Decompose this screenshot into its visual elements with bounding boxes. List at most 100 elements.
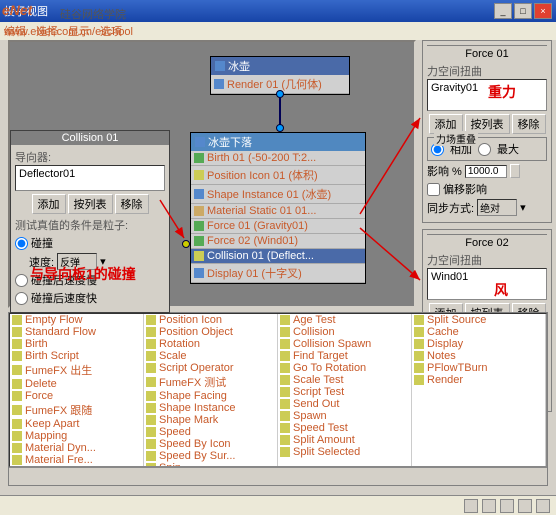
depot-item[interactable]: Scale <box>144 350 277 362</box>
depot-item[interactable]: FumeFX 测试 <box>144 374 277 390</box>
event-row[interactable]: Birth 01 (-50-200 T:2... <box>191 151 365 166</box>
depot-item[interactable]: Birth Script <box>10 350 143 362</box>
add-button[interactable]: 添加 <box>32 194 66 214</box>
depot-item[interactable]: PFlowTBurn <box>412 362 545 374</box>
depot-item[interactable]: Speed Test <box>278 422 411 434</box>
depot-item[interactable]: Shape Mark <box>144 414 277 426</box>
opt-slow[interactable] <box>15 274 28 287</box>
depot-item[interactable]: Speed By Sur... <box>144 450 277 462</box>
depot-icon <box>280 423 290 433</box>
bylist-button[interactable]: 按列表 <box>68 194 113 214</box>
force02-group: 力空间扭曲 <box>427 252 547 268</box>
depot-item[interactable]: Standard Flow <box>10 326 143 338</box>
depot-item[interactable]: Delete <box>10 378 143 390</box>
event-row[interactable]: Material Static 01 01... <box>191 204 365 219</box>
depot-item[interactable]: Shape Instance <box>144 402 277 414</box>
f1-influence[interactable] <box>465 165 507 178</box>
depot-icon <box>12 405 22 415</box>
opt-fast[interactable] <box>15 292 28 305</box>
depot-item[interactable]: Split Source <box>412 314 545 326</box>
depot-item[interactable]: Speed <box>144 426 277 438</box>
depot-icon <box>280 447 290 457</box>
spinner-icon[interactable] <box>510 164 520 178</box>
depot-item[interactable]: Split Amount <box>278 434 411 446</box>
test-label: 测试真值的条件是粒子: <box>15 217 165 233</box>
opt-collide[interactable] <box>15 237 28 250</box>
depot-item[interactable]: Material Fre... <box>10 454 143 466</box>
event-row[interactable]: Display 01 (十字叉) <box>191 264 365 283</box>
f1-max-radio[interactable] <box>478 143 491 156</box>
depot-item[interactable]: FumeFX 跟随 <box>10 402 143 418</box>
depot-icon <box>280 339 290 349</box>
zoom-extents-icon[interactable] <box>500 499 514 513</box>
force01-title[interactable]: Force 01 <box>427 48 547 60</box>
depot-icon <box>280 375 290 385</box>
f1-remove[interactable]: 移除 <box>512 114 546 134</box>
depot-item[interactable]: Keep Apart <box>10 418 143 430</box>
deflector-list[interactable]: Deflector01 <box>15 165 165 191</box>
force01-list[interactable]: Gravity01 <box>427 79 547 111</box>
event-node[interactable]: 冰壶下落 Birth 01 (-50-200 T:2...Position Ic… <box>190 132 366 284</box>
watermark-tag: 硅谷网络学院 <box>60 6 126 22</box>
depot-item[interactable]: Go To Rotation <box>278 362 411 374</box>
depot-icon <box>146 427 156 437</box>
depot-item[interactable]: Shape Facing <box>144 390 277 402</box>
depot-item[interactable]: Notes <box>412 350 545 362</box>
depot-item[interactable]: Force <box>10 390 143 402</box>
pan-icon[interactable] <box>518 499 532 513</box>
remove-button[interactable]: 移除 <box>115 194 149 214</box>
depot-item[interactable]: Split Selected <box>278 446 411 458</box>
depot-item[interactable]: Position Icon <box>144 314 277 326</box>
collision-title: Collision 01 <box>11 131 169 145</box>
depot-item[interactable]: Send Out <box>278 398 411 410</box>
depot-item[interactable]: Empty Flow <box>10 314 143 326</box>
render-node-header[interactable]: 冰壶 <box>211 57 349 75</box>
f1-offset[interactable] <box>427 183 440 196</box>
collision-out[interactable] <box>182 240 190 248</box>
depot-item[interactable]: Spawn <box>278 410 411 422</box>
link-in[interactable] <box>276 124 284 132</box>
event-row[interactable]: Force 01 (Gravity01) <box>191 219 365 234</box>
depot-icon <box>414 351 424 361</box>
zoom-icon[interactable] <box>482 499 496 513</box>
depot-item[interactable]: Cache <box>412 326 545 338</box>
render-icon <box>214 79 224 89</box>
depot-item[interactable]: Script Test <box>278 386 411 398</box>
close-button[interactable]: × <box>534 3 552 19</box>
depot-item[interactable]: Collision <box>278 326 411 338</box>
event-row[interactable]: Shape Instance 01 (冰壶) <box>191 185 365 204</box>
depot-item[interactable]: Spin <box>144 462 277 466</box>
depot-item[interactable]: Mapping <box>10 430 143 442</box>
f1-sync[interactable]: 绝对 <box>477 199 517 216</box>
force02-list[interactable]: Wind01 <box>427 268 547 300</box>
force01-group: 力空间扭曲 <box>427 63 547 79</box>
event-row[interactable]: Collision 01 (Deflect... <box>191 249 365 264</box>
depot-item[interactable]: Find Target <box>278 350 411 362</box>
maximize-button[interactable]: □ <box>514 3 532 19</box>
depot-item[interactable]: Display <box>412 338 545 350</box>
depot-item[interactable]: Rotation <box>144 338 277 350</box>
depot-item[interactable]: FumeFX 出生 <box>10 362 143 378</box>
region-icon[interactable] <box>536 499 550 513</box>
hand-icon[interactable] <box>464 499 478 513</box>
event-node-header[interactable]: 冰壶下落 <box>191 133 365 151</box>
event-row[interactable]: Position Icon 01 (体积) <box>191 166 365 185</box>
depot-item[interactable]: Collision Spawn <box>278 338 411 350</box>
depot-item[interactable]: Age Test <box>278 314 411 326</box>
event-row[interactable]: Force 02 (Wind01) <box>191 234 365 249</box>
depot-item[interactable]: Render <box>412 374 545 386</box>
depot-item[interactable]: Speed By Icon <box>144 438 277 450</box>
depot-item[interactable]: Material Dyn... <box>10 442 143 454</box>
chevron-down-icon[interactable]: ▾ <box>520 201 526 214</box>
depot-scrollbar[interactable] <box>9 467 547 483</box>
depot-item[interactable]: Birth <box>10 338 143 350</box>
op-icon <box>194 153 204 163</box>
depot-item[interactable]: Scale Test <box>278 374 411 386</box>
force02-title[interactable]: Force 02 <box>427 237 547 249</box>
depot-item[interactable]: Position Object <box>144 326 277 338</box>
minimize-button[interactable]: _ <box>494 3 512 19</box>
watermark-logo: eNet <box>2 2 32 18</box>
depot-item[interactable]: Script Operator <box>144 362 277 374</box>
link-out[interactable] <box>276 90 284 98</box>
deflector-group-label: 导向器: <box>15 149 165 165</box>
